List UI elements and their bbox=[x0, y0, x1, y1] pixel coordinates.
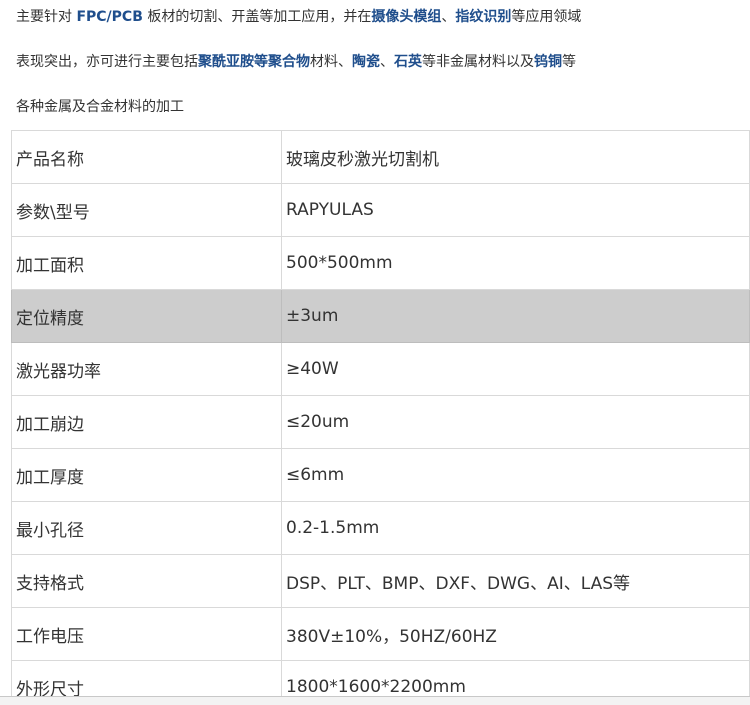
spec-row: 产品名称 玻璃皮秒激光切割机 bbox=[11, 130, 750, 184]
spec-label: 激光器功率 bbox=[11, 342, 282, 396]
intro-text-segment: 各种金属及合金材料的加工 bbox=[16, 99, 184, 115]
intro-text-segment: 、 bbox=[380, 54, 394, 70]
spec-label: 产品名称 bbox=[11, 130, 282, 184]
spec-value: ≤6mm bbox=[281, 448, 750, 502]
status-bar bbox=[0, 696, 750, 705]
highlighted-term: 陶瓷 bbox=[352, 54, 380, 70]
spec-row: 最小孔径 0.2-1.5mm bbox=[11, 501, 750, 555]
intro-text-segment: 板材的切割、开盖等加工应用，并在 bbox=[142, 9, 372, 25]
spec-label: 支持格式 bbox=[11, 554, 282, 608]
spec-value: DSP、PLT、BMP、DXF、DWG、AI、LAS等 bbox=[281, 554, 750, 608]
spec-label: 加工面积 bbox=[11, 236, 282, 290]
spec-label: 最小孔径 bbox=[11, 501, 282, 555]
spec-value: 380V±10%，50HZ/60HZ bbox=[281, 607, 750, 661]
intro-line-2: 表现突出，亦可进行主要包括聚酰亚胺等聚合物材料、陶瓷、石英等非金属材料以及钨铜等 bbox=[16, 53, 576, 71]
spec-value: RAPYULAS bbox=[281, 183, 750, 237]
document-page: 主要针对 FPC/PCB 板材的切割、开盖等加工应用，并在摄像头模组、指纹识别等… bbox=[0, 0, 750, 705]
spec-value: 500*500mm bbox=[281, 236, 750, 290]
highlighted-term: 摄像头模组 bbox=[371, 9, 442, 25]
spec-label: 定位精度 bbox=[11, 289, 282, 343]
intro-text-segment: 等应用领域 bbox=[511, 9, 582, 25]
intro-text-segment: 表现突出，亦可进行主要包括 bbox=[16, 54, 198, 70]
intro-line-1: 主要针对 FPC/PCB 板材的切割、开盖等加工应用，并在摄像头模组、指纹识别等… bbox=[16, 8, 581, 26]
highlighted-term: 石英 bbox=[394, 54, 422, 70]
spec-label: 工作电压 bbox=[11, 607, 282, 661]
spec-label: 加工崩边 bbox=[11, 395, 282, 449]
spec-row: 工作电压 380V±10%，50HZ/60HZ bbox=[11, 607, 750, 661]
intro-text-segment: 等非金属材料以及 bbox=[422, 54, 534, 70]
spec-value: 0.2-1.5mm bbox=[281, 501, 750, 555]
spec-table: 产品名称 玻璃皮秒激光切割机 参数\型号 RAPYULAS 加工面积 500*500mm 定… bbox=[11, 130, 750, 705]
spec-row: 激光器功率 ≥40W bbox=[11, 342, 750, 396]
spec-row: 加工面积 500*500mm bbox=[11, 236, 750, 290]
intro-text-segment: 材料、 bbox=[310, 54, 352, 70]
spec-table-body: 产品名称 玻璃皮秒激光切割机 参数\型号 RAPYULAS 加工面积 500*500mm 定… bbox=[11, 130, 750, 705]
intro-text-segment: 等 bbox=[562, 54, 576, 70]
spec-row: 加工崩边 ≤20um bbox=[11, 395, 750, 449]
spec-value: ≥40W bbox=[281, 342, 750, 396]
intro-line-3: 各种金属及合金材料的加工 bbox=[16, 98, 184, 116]
spec-row: 参数\型号 RAPYULAS bbox=[11, 183, 750, 237]
highlighted-term: 指纹识别 bbox=[455, 9, 512, 25]
spec-value: ±3um bbox=[281, 289, 750, 343]
highlighted-term: 钨铜 bbox=[534, 54, 562, 70]
spec-value: ≤20um bbox=[281, 395, 750, 449]
spec-row: 加工厚度 ≤6mm bbox=[11, 448, 750, 502]
highlighted-term: 聚酰亚胺等聚合物 bbox=[198, 54, 310, 70]
spec-label: 加工厚度 bbox=[11, 448, 282, 502]
highlighted-term: FPC/PCB bbox=[76, 9, 143, 25]
intro-text-segment: 主要针对 bbox=[16, 9, 77, 25]
spec-label: 参数\型号 bbox=[11, 183, 282, 237]
spec-value: 玻璃皮秒激光切割机 bbox=[281, 130, 750, 184]
spec-row: 定位精度 ±3um bbox=[11, 289, 750, 343]
spec-row: 支持格式 DSP、PLT、BMP、DXF、DWG、AI、LAS等 bbox=[11, 554, 750, 608]
intro-text-segment: 、 bbox=[441, 9, 456, 25]
